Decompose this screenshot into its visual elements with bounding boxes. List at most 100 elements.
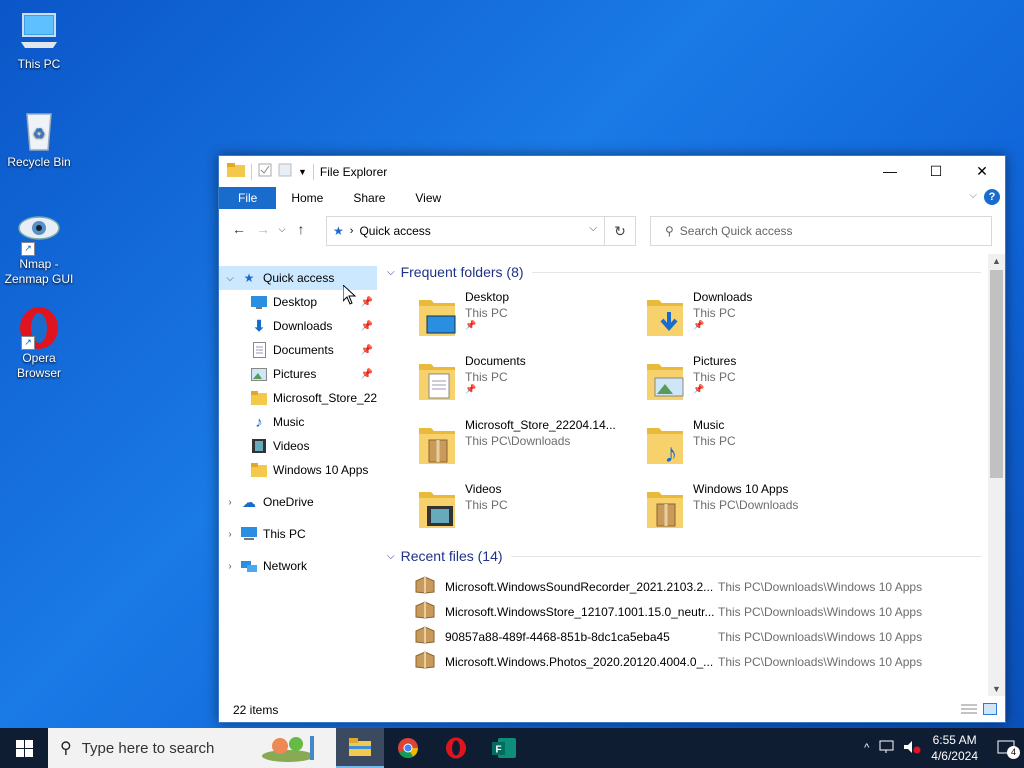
pictures-icon: [251, 366, 267, 382]
nav-this-pc[interactable]: › This PC: [219, 522, 377, 546]
expand-ribbon-icon[interactable]: ⌵: [969, 190, 977, 201]
tab-file[interactable]: File: [219, 187, 277, 209]
show-hidden-icons-icon[interactable]: ^: [864, 742, 869, 754]
group-header-frequent[interactable]: ⌵ Frequent folders (8): [387, 262, 981, 282]
folder-icon: [349, 738, 371, 756]
recent-file-row[interactable]: Microsoft.Windows.Photos_2020.20120.4004…: [415, 649, 981, 674]
desktop-icon-nmap[interactable]: ↗ Nmap - Zenmap GUI: [1, 210, 77, 287]
details-view-icon[interactable]: [961, 703, 977, 718]
folder-name: Pictures: [693, 354, 737, 368]
desktop-icon-this-pc[interactable]: This PC: [1, 10, 77, 72]
recent-file-row[interactable]: Microsoft.WindowsStore_12107.1001.15.0_n…: [415, 599, 981, 624]
chevron-down-icon[interactable]: ⌵: [387, 551, 395, 562]
taskbar-forms-app[interactable]: F: [480, 728, 528, 768]
taskbar-file-explorer[interactable]: [336, 728, 384, 768]
new-folder-icon[interactable]: [278, 163, 292, 180]
chevron-down-icon[interactable]: ⌵: [387, 267, 395, 278]
help-icon[interactable]: ?: [984, 189, 1000, 205]
action-center-icon[interactable]: 4: [988, 740, 1024, 759]
frequent-folder-tile[interactable]: Microsoft_Store_22204.14... This PC\Downl…: [415, 418, 643, 468]
search-box[interactable]: ⚲ Search Quick access: [650, 216, 992, 246]
frequent-folder-tile[interactable]: Videos This PC: [415, 482, 643, 532]
address-dropdown-icon[interactable]: ⌵: [589, 223, 597, 234]
nav-item-pictures[interactable]: Pictures 📌: [219, 362, 377, 386]
breadcrumb-chevron-icon: ›: [349, 225, 354, 237]
recent-file-row[interactable]: Microsoft.WindowsSoundRecorder_2021.2103…: [415, 574, 981, 599]
desktop-icon: [251, 294, 267, 310]
maximize-button[interactable]: ☐: [913, 156, 959, 186]
windows-10-apps-folder-icon: [643, 482, 687, 532]
network-icon[interactable]: [879, 740, 895, 757]
frequent-folder-tile[interactable]: Desktop This PC 📌: [415, 290, 643, 340]
frequent-folder-tile[interactable]: Documents This PC 📌: [415, 354, 643, 404]
pin-icon: 📌: [360, 368, 373, 380]
svg-text:♻: ♻: [33, 125, 46, 141]
desktop-icon-recycle-bin[interactable]: ♻ Recycle Bin: [1, 108, 77, 170]
frequent-folder-tile[interactable]: Pictures This PC 📌: [643, 354, 871, 404]
tab-home[interactable]: Home: [276, 187, 338, 209]
recent-file-location: This PC\Downloads\Windows 10 Apps: [718, 579, 923, 594]
group-header-recent[interactable]: ⌵ Recent files (14): [387, 546, 981, 566]
tab-share[interactable]: Share: [338, 187, 400, 209]
frequent-folders-grid: Desktop This PC 📌 Downloads This PC 📌 Document…: [415, 290, 981, 532]
frequent-folder-tile[interactable]: ♪ Music This PC: [643, 418, 871, 468]
recent-locations-icon[interactable]: ⌵: [275, 224, 289, 235]
address-bar[interactable]: ★ › Quick access ⌵ ↻: [326, 216, 636, 246]
chevron-right-icon[interactable]: ›: [219, 497, 241, 508]
chevron-down-icon[interactable]: ⌵: [219, 273, 241, 284]
frequent-folder-tile[interactable]: Windows 10 Apps This PC\Downloads: [643, 482, 871, 532]
pin-icon: 📌: [360, 296, 373, 308]
eye-icon: ↗: [17, 210, 61, 256]
nav-onedrive[interactable]: › ☁ OneDrive: [219, 490, 377, 514]
customize-dropdown-icon[interactable]: ▼: [298, 167, 307, 177]
taskbar-opera[interactable]: [432, 728, 480, 768]
recent-file-row[interactable]: 90857a88-489f-4468-851b-8dc1ca5eba45 This…: [415, 624, 981, 649]
up-button[interactable]: ↑: [289, 221, 313, 237]
opera-icon: ↗: [17, 304, 61, 350]
taskbar-chrome[interactable]: [384, 728, 432, 768]
minimize-button[interactable]: —: [867, 156, 913, 186]
large-icons-view-icon[interactable]: [983, 703, 997, 718]
nav-item-downloads[interactable]: ⬇ Downloads 📌: [219, 314, 377, 338]
nav-item-microsoft-store[interactable]: Microsoft_Store_222: [219, 386, 377, 410]
clock[interactable]: 6:55 AM 4/6/2024: [931, 732, 978, 764]
back-button[interactable]: ←: [227, 221, 251, 237]
nav-item-documents[interactable]: Documents 📌: [219, 338, 377, 362]
package-file-icon: [415, 626, 435, 647]
window-title: File Explorer: [319, 164, 388, 179]
status-bar: 22 items: [219, 698, 1005, 722]
microsoft-forms-icon: F: [492, 738, 516, 758]
desktop-icon-opera[interactable]: ↗ Opera Browser: [1, 304, 77, 381]
nav-network[interactable]: › Network: [219, 554, 377, 578]
nav-item-music[interactable]: ♪ Music: [219, 410, 377, 434]
folder-name: Videos: [465, 482, 502, 496]
chevron-right-icon[interactable]: ›: [219, 529, 241, 540]
recent-file-location: This PC\Downloads\Windows 10 Apps: [718, 629, 923, 644]
downloads-icon: ⬇: [252, 318, 266, 335]
properties-icon[interactable]: [258, 163, 272, 180]
nav-label: Windows 10 Apps: [273, 463, 369, 477]
scroll-up-icon[interactable]: ▲: [988, 256, 1005, 266]
scroll-down-icon[interactable]: ▼: [988, 684, 1005, 694]
close-button[interactable]: ✕: [959, 156, 1005, 186]
frequent-folder-tile[interactable]: Downloads This PC 📌: [643, 290, 871, 340]
tab-view[interactable]: View: [400, 187, 456, 209]
nav-label: Music: [273, 415, 305, 429]
folder-icon: [251, 462, 267, 478]
documents-icon: [251, 342, 267, 358]
chevron-right-icon[interactable]: ›: [219, 561, 241, 572]
opera-icon: [446, 737, 466, 759]
vertical-scrollbar[interactable]: ▲ ▼: [988, 254, 1005, 696]
taskbar-search[interactable]: ⚲ Type here to search: [48, 728, 336, 768]
nav-item-videos[interactable]: Videos: [219, 434, 377, 458]
folder-location: This PC: [465, 370, 508, 384]
forward-button[interactable]: →: [251, 221, 275, 237]
volume-muted-icon[interactable]: [903, 740, 921, 757]
time: 6:55 AM: [932, 733, 977, 747]
scrollbar-thumb[interactable]: [990, 270, 1003, 478]
refresh-button[interactable]: ↻: [604, 217, 635, 245]
nav-item-windows-10-apps[interactable]: Windows 10 Apps: [219, 458, 377, 482]
folder-name: Microsoft_Store_22204.14...: [465, 418, 616, 432]
title-bar[interactable]: ▼ File Explorer — ☐ ✕: [219, 156, 1005, 187]
start-button[interactable]: [0, 728, 48, 768]
